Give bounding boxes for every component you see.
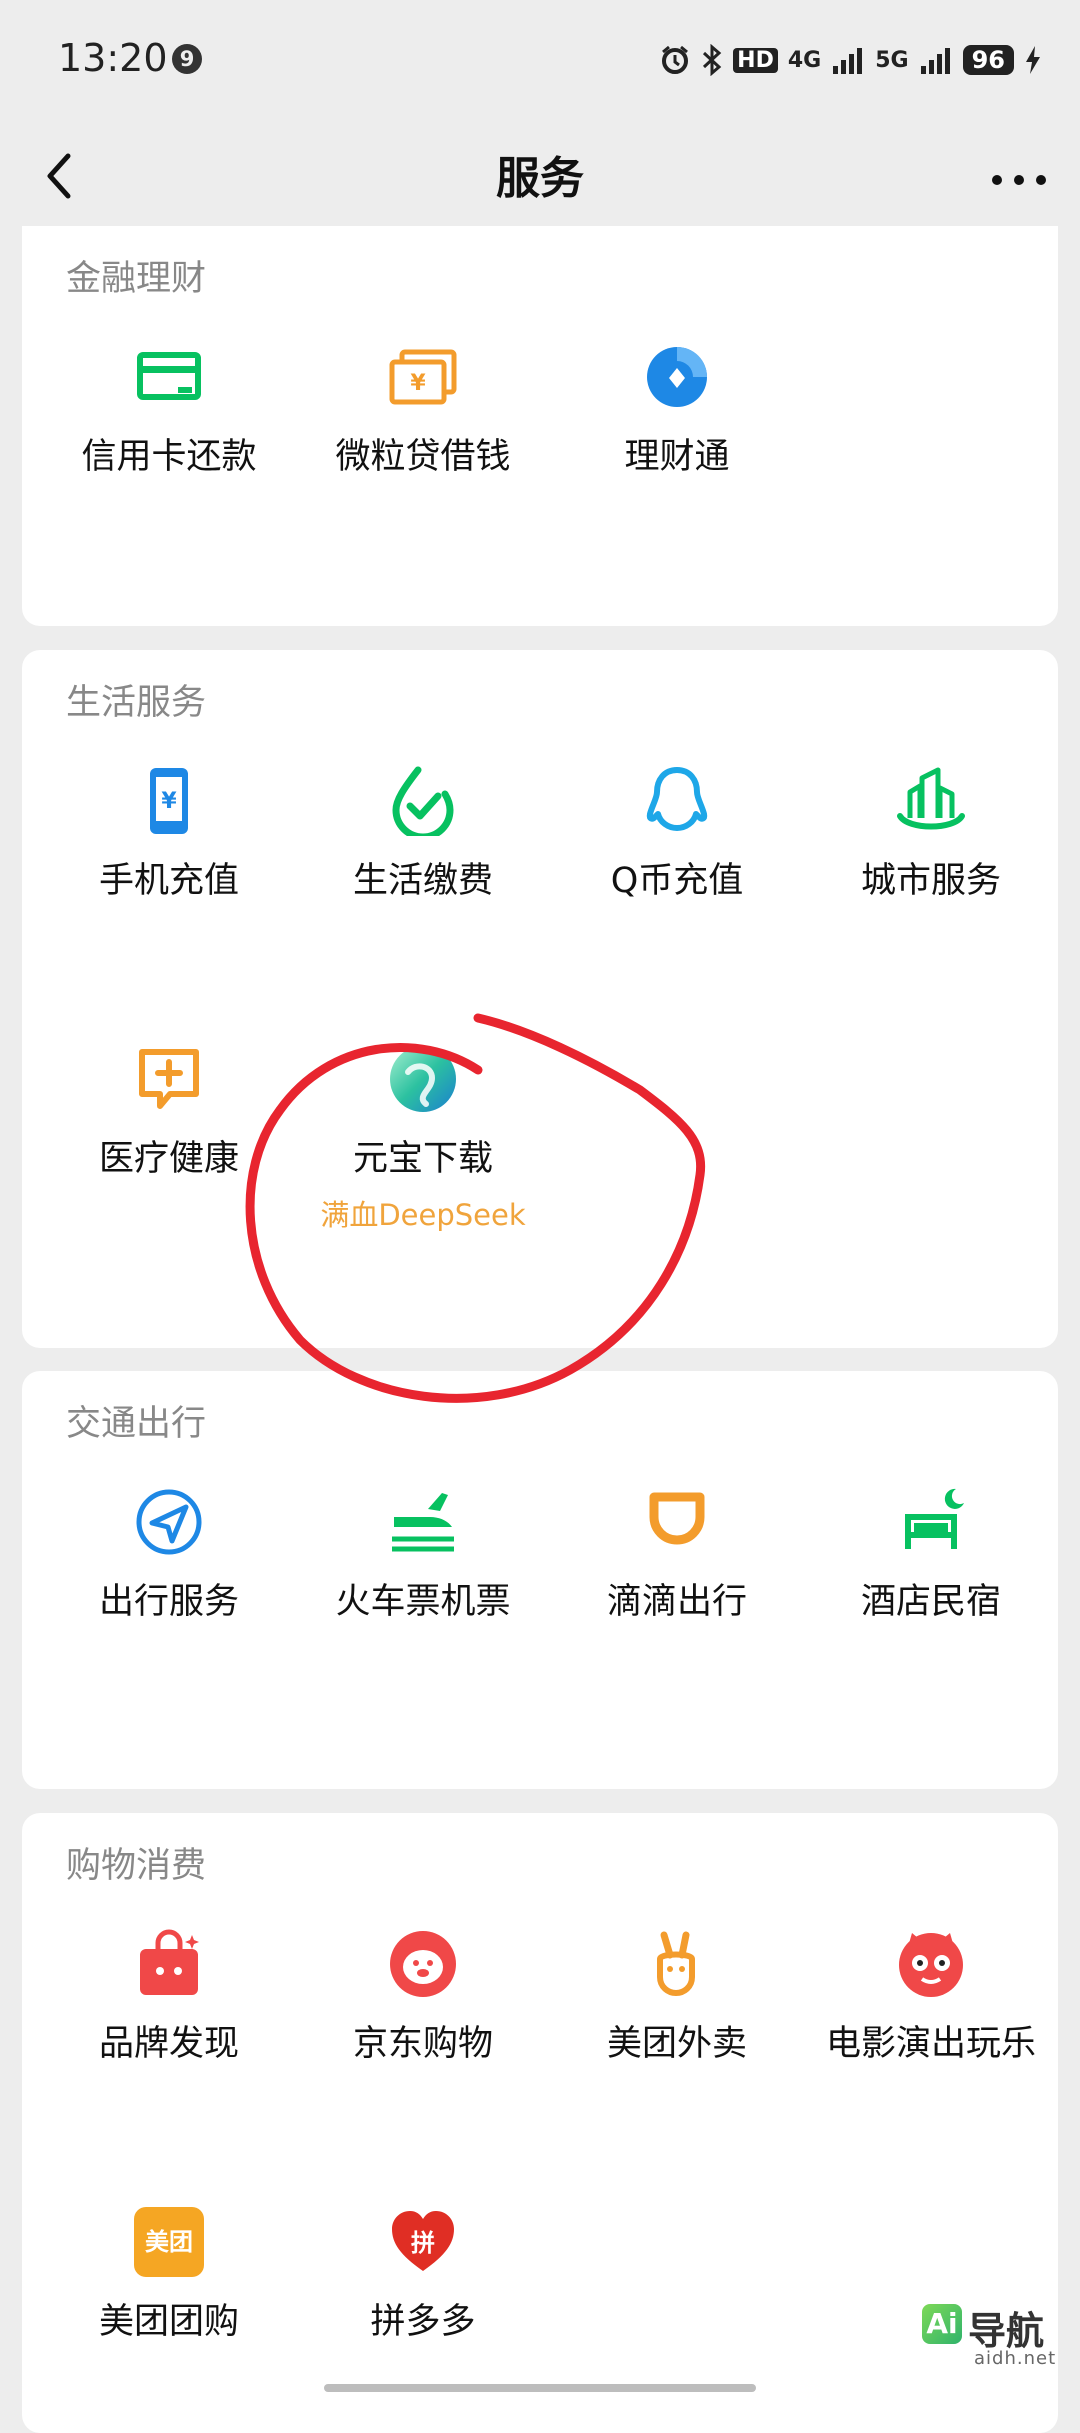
- service-didi[interactable]: 滴滴出行: [550, 1457, 804, 1657]
- pinduoduo-icon-text: 拼: [411, 2229, 435, 2257]
- service-brand-discovery[interactable]: 品牌发现: [42, 1899, 296, 2099]
- section-transport: 交通出行 出行服务 火车票机票 滴滴出行 酒店民宿: [22, 1371, 1058, 1789]
- section-shopping: 购物消费 品牌发现 京东购物 美团外卖 电影演出玩乐 美团 美团团购 拼 拼多多: [22, 1813, 1058, 2433]
- section-life: 生活服务 ¥ 手机充值 生活缴费 Q币充值 城市服务 医疗健康 元宝下载 满血D…: [22, 650, 1058, 1348]
- service-label: 元宝下载: [352, 1139, 493, 1179]
- section-title: 生活服务: [66, 683, 207, 723]
- nav-bar: 服务: [0, 120, 1080, 230]
- yuanbao-logo-icon: [390, 1046, 456, 1112]
- service-label: 信用卡还款: [81, 437, 257, 477]
- service-label: Q币充值: [610, 861, 744, 901]
- service-label: 京东购物: [352, 2024, 493, 2064]
- kangaroo-icon: [657, 1931, 695, 1997]
- charging-icon: [1026, 46, 1040, 74]
- utility-check-icon: [392, 766, 454, 836]
- service-label: 医疗健康: [98, 1139, 239, 1179]
- navigation-arrow-icon: [136, 1489, 202, 1555]
- watermark-logo: Ai: [922, 2304, 962, 2344]
- service-phone-topup[interactable]: ¥ 手机充值: [42, 736, 296, 936]
- service-hotel[interactable]: 酒店民宿: [804, 1457, 1058, 1657]
- mobile-phone-icon: ¥: [150, 768, 188, 834]
- gesture-bar[interactable]: [324, 2384, 756, 2392]
- service-movie-show[interactable]: 电影演出玩乐: [804, 1899, 1058, 2099]
- section-title: 金融理财: [66, 259, 207, 299]
- service-label: 美团团购: [98, 2302, 239, 2342]
- medical-cross-icon: [139, 1049, 199, 1109]
- service-pinduoduo[interactable]: 拼 拼多多: [296, 2177, 550, 2377]
- money-bills-icon: ¥: [389, 349, 457, 405]
- service-yuanbao-download[interactable]: 元宝下载 满血DeepSeek: [296, 1014, 550, 1254]
- service-medical[interactable]: 医疗健康: [42, 1014, 296, 1214]
- service-label: 微粒贷借钱: [335, 437, 511, 477]
- licaitong-icon: [647, 347, 707, 407]
- meituan-icon-text: 美团: [145, 2228, 193, 2256]
- didi-icon: [649, 1492, 705, 1545]
- service-sublabel: 满血DeepSeek: [320, 1198, 526, 1232]
- hotel-bed-icon: [905, 1488, 964, 1549]
- status-bar: 13:20 9 HD 4G 5G 96: [0, 0, 1080, 120]
- alarm-icon: [662, 45, 689, 74]
- service-weilidai[interactable]: ¥ 微粒贷借钱: [296, 312, 550, 512]
- watermark-url: aidh.net: [974, 2348, 1057, 2369]
- cat-face-icon: [899, 1933, 963, 1997]
- service-label: 理财通: [624, 437, 730, 477]
- service-utility-payment[interactable]: 生活缴费: [296, 736, 550, 936]
- notification-badge: 9: [172, 44, 202, 74]
- service-label: 出行服务: [98, 1582, 239, 1622]
- service-qcoin-topup[interactable]: Q币充值: [550, 736, 804, 936]
- hd-indicator: HD: [733, 47, 778, 73]
- status-icons: HD 4G 5G 96: [659, 38, 1042, 82]
- service-city[interactable]: 城市服务: [804, 736, 1058, 936]
- battery-level: 96: [962, 45, 1014, 75]
- svg-text:¥: ¥: [161, 789, 177, 814]
- section-title: 交通出行: [66, 1404, 207, 1444]
- status-time: 13:20: [58, 36, 168, 80]
- section-title: 购物消费: [66, 1846, 207, 1886]
- service-label: 电影演出玩乐: [825, 2024, 1036, 2064]
- svg-text:¥: ¥: [410, 371, 426, 396]
- network-4g: 4G: [787, 47, 822, 73]
- service-meituan-waimai[interactable]: 美团外卖: [550, 1899, 804, 2099]
- service-label: 生活缴费: [352, 861, 493, 901]
- train-plane-icon: [392, 1493, 454, 1552]
- service-label: 拼多多: [370, 2302, 476, 2342]
- credit-card-icon: [137, 352, 201, 400]
- service-train-flight[interactable]: 火车票机票: [296, 1457, 550, 1657]
- service-credit-card-repay[interactable]: 信用卡还款: [42, 312, 296, 512]
- city-buildings-icon: [897, 767, 965, 830]
- service-meituan-group[interactable]: 美团 美团团购: [42, 2177, 296, 2377]
- service-label: 火车票机票: [335, 1582, 511, 1622]
- watermark: Ai 导航 aidh.net: [918, 2298, 1066, 2374]
- signal-icon-2: [920, 48, 950, 74]
- signal-icon: [833, 48, 863, 74]
- service-label: 城市服务: [860, 861, 1001, 901]
- service-travel[interactable]: 出行服务: [42, 1457, 296, 1657]
- network-5g: 5G: [875, 47, 909, 73]
- service-label: 滴滴出行: [606, 1582, 747, 1622]
- service-label: 美团外卖: [606, 2024, 747, 2064]
- section-finance: 金融理财 信用卡还款 ¥ 微粒贷借钱 理财通: [22, 226, 1058, 626]
- pinduoduo-heart-icon: 拼: [388, 2207, 458, 2277]
- service-label: 酒店民宿: [860, 1582, 1001, 1622]
- service-licaitong[interactable]: 理财通: [550, 312, 804, 512]
- watermark-text: 导航: [968, 2309, 1045, 2353]
- service-jd[interactable]: 京东购物: [296, 1899, 550, 2099]
- meituan-icon: 美团: [134, 2207, 204, 2277]
- jd-dog-icon: [390, 1931, 456, 1997]
- more-options-icon[interactable]: [984, 138, 1054, 212]
- service-label: 手机充值: [98, 861, 239, 901]
- page-title: 服务: [496, 153, 584, 204]
- bluetooth-icon: [703, 44, 722, 76]
- shopping-bag-icon: [140, 1929, 199, 1995]
- qq-penguin-icon: [646, 767, 708, 831]
- service-label: 品牌发现: [98, 2024, 239, 2064]
